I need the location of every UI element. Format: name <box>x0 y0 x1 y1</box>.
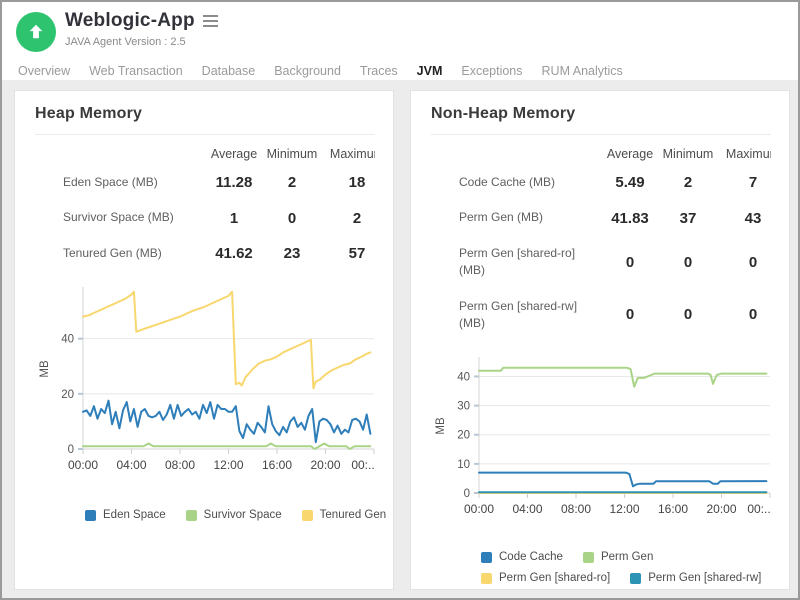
legend-swatch <box>630 573 641 584</box>
survivor-space-maximum: 2 <box>321 200 375 235</box>
tenured-gen-average: 41.62 <box>205 236 263 271</box>
legend-item-survivor-space[interactable]: Survivor Space <box>186 509 282 521</box>
svg-text:MB: MB <box>435 417 447 435</box>
non-heap-memory-chart[interactable]: 0 10 20 30 40 00:00 04:00 08:00 12:00 16:00 20:00 0… <box>431 351 789 523</box>
svg-text:00:..: 00:.. <box>747 502 770 516</box>
legend-item-perm-gen-shared-rw[interactable]: Perm Gen [shared-rw] <box>630 572 761 584</box>
row-label-survivor-space: Survivor Space (MB) <box>35 200 205 235</box>
svg-text:40: 40 <box>61 334 74 346</box>
svg-text:0: 0 <box>68 444 74 456</box>
heap-memory-chart[interactable]: 0 20 40 00:00 04:00 08:00 12:00 16:00 20:00 00:..… <box>35 281 393 479</box>
survivor-space-minimum: 0 <box>263 200 321 235</box>
svg-text:20: 20 <box>61 389 74 401</box>
svg-text:30: 30 <box>457 401 470 413</box>
perm-gen-shared-ro-average: 0 <box>601 236 659 289</box>
non-heap-chart-legend: Code Cache Perm Gen Perm Gen [shared-ro] Pe… <box>481 551 781 584</box>
legend-swatch <box>481 552 492 563</box>
column-header-minimum: Minimum <box>263 141 321 165</box>
row-label-perm-gen-shared-rw: Perm Gen [shared-rw] (MB) <box>431 289 601 342</box>
column-header-maximum: Maximum <box>321 141 375 165</box>
tenured-gen-maximum: 57 <box>321 236 375 271</box>
column-header-average: Average <box>601 141 659 165</box>
row-label-eden-space: Eden Space (MB) <box>35 165 205 200</box>
perm-gen-shared-rw-minimum: 0 <box>659 289 717 342</box>
heap-chart-legend: Eden Space Survivor Space Tenured Gen <box>85 509 393 521</box>
legend-label: Perm Gen <box>601 551 653 563</box>
svg-text:40: 40 <box>457 372 470 384</box>
perm-gen-shared-rw-average: 0 <box>601 289 659 342</box>
svg-text:00:..: 00:.. <box>351 458 374 472</box>
column-header-maximum: Maximum <box>717 141 771 165</box>
eden-space-minimum: 2 <box>263 165 321 200</box>
app-status-icon[interactable] <box>16 12 56 52</box>
heap-metrics-table: Average Minimum Maximum Eden Space (MB) … <box>35 141 375 271</box>
legend-item-tenured-gen[interactable]: Tenured Gen <box>302 509 387 521</box>
svg-text:00:00: 00:00 <box>68 458 98 472</box>
legend-swatch <box>302 510 313 521</box>
heap-memory-panel: Heap Memory Average Minimum Maximum Eden… <box>14 90 394 590</box>
perm-gen-shared-ro-minimum: 0 <box>659 236 717 289</box>
svg-text:16:00: 16:00 <box>262 458 292 472</box>
divider <box>35 134 375 135</box>
perm-gen-shared-ro-maximum: 0 <box>717 236 771 289</box>
non-heap-panel-title: Non-Heap Memory <box>431 105 789 123</box>
non-heap-memory-panel: Non-Heap Memory Average Minimum Maximum … <box>410 90 790 590</box>
heap-panel-title: Heap Memory <box>35 105 393 123</box>
eden-space-maximum: 18 <box>321 165 375 200</box>
legend-label: Perm Gen [shared-ro] <box>499 572 610 584</box>
legend-item-eden-space[interactable]: Eden Space <box>85 509 166 521</box>
perm-gen-minimum: 37 <box>659 200 717 235</box>
code-cache-average: 5.49 <box>601 165 659 200</box>
row-label-tenured-gen: Tenured Gen (MB) <box>35 236 205 271</box>
legend-item-code-cache[interactable]: Code Cache <box>481 551 563 563</box>
svg-text:10: 10 <box>457 459 470 471</box>
code-cache-maximum: 7 <box>717 165 771 200</box>
perm-gen-shared-rw-maximum: 0 <box>717 289 771 342</box>
legend-label: Survivor Space <box>204 509 282 521</box>
column-header-minimum: Minimum <box>659 141 717 165</box>
eden-space-average: 11.28 <box>205 165 263 200</box>
page-title: Weblogic-App <box>65 10 195 32</box>
legend-item-perm-gen-shared-ro[interactable]: Perm Gen [shared-ro] <box>481 572 610 584</box>
svg-text:20: 20 <box>457 430 470 442</box>
column-header-average: Average <box>205 141 263 165</box>
agent-version-label: JAVA Agent Version : 2.5 <box>65 36 218 48</box>
legend-swatch <box>481 573 492 584</box>
legend-label: Perm Gen [shared-rw] <box>648 572 761 584</box>
svg-text:20:00: 20:00 <box>310 458 340 472</box>
legend-swatch <box>85 510 96 521</box>
non-heap-metrics-table: Average Minimum Maximum Code Cache (MB) … <box>431 141 771 341</box>
svg-text:16:00: 16:00 <box>658 502 688 516</box>
svg-text:12:00: 12:00 <box>213 458 243 472</box>
survivor-space-average: 1 <box>205 200 263 235</box>
up-arrow-icon <box>27 23 45 41</box>
divider <box>431 134 771 135</box>
svg-text:00:00: 00:00 <box>464 502 494 516</box>
code-cache-minimum: 2 <box>659 165 717 200</box>
perm-gen-average: 41.83 <box>601 200 659 235</box>
hamburger-menu-icon[interactable] <box>203 12 218 30</box>
main-content: Heap Memory Average Minimum Maximum Eden… <box>2 80 798 598</box>
svg-text:20:00: 20:00 <box>706 502 736 516</box>
svg-text:12:00: 12:00 <box>609 502 639 516</box>
svg-text:0: 0 <box>464 488 470 500</box>
row-label-perm-gen-shared-ro: Perm Gen [shared-ro] (MB) <box>431 236 601 289</box>
legend-item-perm-gen[interactable]: Perm Gen <box>583 551 653 563</box>
perm-gen-maximum: 43 <box>717 200 771 235</box>
legend-label: Code Cache <box>499 551 563 563</box>
svg-text:08:00: 08:00 <box>561 502 591 516</box>
row-label-perm-gen: Perm Gen (MB) <box>431 200 601 235</box>
tenured-gen-minimum: 23 <box>263 236 321 271</box>
row-label-code-cache: Code Cache (MB) <box>431 165 601 200</box>
legend-swatch <box>583 552 594 563</box>
svg-text:04:00: 04:00 <box>116 458 146 472</box>
svg-text:MB: MB <box>39 360 51 378</box>
legend-swatch <box>186 510 197 521</box>
legend-label: Tenured Gen <box>320 509 387 521</box>
svg-text:08:00: 08:00 <box>165 458 195 472</box>
app-header: Weblogic-App JAVA Agent Version : 2.5 Ov… <box>2 2 798 90</box>
legend-label: Eden Space <box>103 509 166 521</box>
svg-text:04:00: 04:00 <box>512 502 542 516</box>
